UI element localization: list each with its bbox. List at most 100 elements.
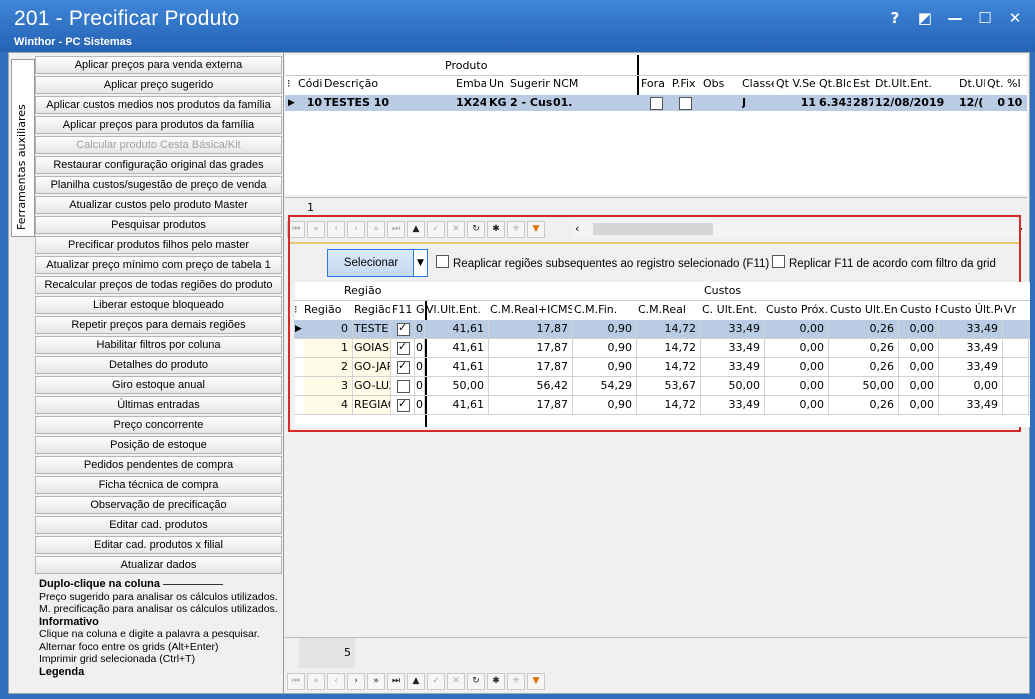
f11-checkbox[interactable] (397, 321, 410, 336)
cell-est[interactable]: 287 (853, 95, 873, 111)
tool-button[interactable]: Editar cad. produtos x filial (35, 536, 282, 554)
maximize-button[interactable]: ☐ (977, 10, 993, 26)
col-header-ncm[interactable]: NCM (553, 77, 633, 93)
cell-qt[interactable]: 0 (987, 95, 1005, 111)
cell-codigo[interactable]: 10 (298, 95, 322, 111)
side-tab-ferramentas[interactable]: Ferramentas auxiliares (11, 59, 35, 237)
cell-regiao-num[interactable]: 2 (304, 358, 352, 376)
cell-un[interactable]: KG (489, 95, 507, 111)
cell-regiao-num[interactable]: 0 (304, 320, 352, 338)
cell-g[interactable]: 0 (416, 320, 424, 338)
cell-cmfin[interactable]: 0,90 (574, 396, 636, 414)
cell-cmfin[interactable]: 54,29 (574, 377, 636, 395)
cell-custo-ultent[interactable]: 0,26 (830, 396, 898, 414)
replicar-checkbox[interactable]: Replicar F11 de acordo com filtro da gri… (772, 255, 996, 270)
cell-classe[interactable]: J (742, 95, 774, 111)
tool-button[interactable]: Atualizar preço mínimo com preço de tabe… (35, 256, 282, 274)
col-header-cmfin[interactable]: C.M.Fin. (574, 303, 636, 319)
refresh-icon[interactable]: ↻ (467, 673, 485, 690)
tool-button[interactable]: Ficha técnica de compra (35, 476, 282, 494)
col-header-dtul[interactable]: Dt.Ul (959, 77, 985, 93)
cell-emba[interactable]: 1X24 (456, 95, 486, 111)
cell-vlultent[interactable]: 41,61 (426, 358, 488, 376)
cell-custo-ultpe[interactable]: 33,49 (940, 396, 1002, 414)
cell-vlultent[interactable]: 50,00 (426, 377, 488, 395)
cell-custo-ultpe[interactable]: 33,49 (940, 339, 1002, 357)
filter-icon[interactable]: ▼ (527, 673, 545, 690)
cell-cmreal-icms[interactable]: 17,87 (490, 339, 572, 357)
col-header-regiao-nome[interactable]: Região (354, 303, 390, 319)
prev-record-icon[interactable]: ‹ (327, 673, 345, 690)
cell-custo-prox[interactable]: 0,00 (766, 396, 828, 414)
tool-button[interactable]: Recalcular preços de todas regiões do pr… (35, 276, 282, 294)
cell-custo-f[interactable]: 0,00 (900, 396, 938, 414)
tool-button[interactable]: Aplicar preços para venda externa (35, 56, 282, 74)
col-header-fora[interactable]: Fora d (641, 77, 669, 93)
col-header-regiao-num[interactable]: Região (304, 303, 352, 319)
col-header-cmreal[interactable]: C.M.Real (638, 303, 700, 319)
next-page-icon[interactable]: » (367, 673, 385, 690)
reaplicar-checkbox[interactable]: Reaplicar regiões subsequentes ao regist… (436, 255, 769, 270)
col-header-cultent[interactable]: C. Ult.Ent. (702, 303, 764, 319)
cell-regiao-nome[interactable]: GOIAS (354, 339, 390, 357)
cell-custo-ultpe[interactable]: 33,49 (940, 358, 1002, 376)
pfix-checkbox[interactable] (679, 97, 692, 110)
cell-cultent[interactable]: 33,49 (702, 320, 764, 338)
f11-checkbox[interactable] (397, 397, 410, 412)
sparkle-icon[interactable]: ✳ (507, 673, 525, 690)
col-header-un[interactable]: Un (489, 77, 507, 93)
cell-regiao-num[interactable]: 3 (304, 377, 352, 395)
cell-vlultent[interactable]: 41,61 (426, 339, 488, 357)
cell-cmreal-icms[interactable]: 17,87 (490, 396, 572, 414)
cell-custo-ultent[interactable]: 0,26 (830, 339, 898, 357)
cell-qtblo[interactable]: 6.343 (819, 95, 851, 111)
col-header-f11[interactable]: F11 (392, 303, 414, 319)
cell-regiao-num[interactable]: 1 (304, 339, 352, 357)
col-header-custo-ultpe[interactable]: Custo Últ.Pe (940, 303, 1002, 319)
col-header-pfix[interactable]: P.Fix (672, 77, 700, 93)
tool-button[interactable]: Editar cad. produtos (35, 516, 282, 534)
cell-cmreal[interactable]: 14,72 (638, 320, 700, 338)
tool-button[interactable]: Repetir preços para demais regiões (35, 316, 282, 334)
cell-regiao-num[interactable]: 4 (304, 396, 352, 414)
close-button[interactable]: ✕ (1007, 10, 1023, 26)
tool-button[interactable]: Pesquisar produtos (35, 216, 282, 234)
minimize-button[interactable]: — (947, 10, 963, 26)
panel-divider[interactable] (283, 53, 284, 693)
cell-cmfin[interactable]: 0,90 (574, 339, 636, 357)
col-header-obs[interactable]: Obs (703, 77, 739, 93)
cell-custo-f[interactable]: 0,00 (900, 320, 938, 338)
selecionar-button[interactable]: Selecionar (327, 249, 415, 277)
tool-button[interactable]: Precificar produtos filhos pelo master (35, 236, 282, 254)
tool-button[interactable]: Aplicar preços para produtos da família (35, 116, 282, 134)
cell-regiao-nome[interactable]: TESTE (354, 320, 390, 338)
cell-dtul[interactable]: 12/( (959, 95, 985, 111)
insert-icon[interactable]: ▲ (407, 673, 425, 690)
col-header-custo-f[interactable]: Custo F (900, 303, 938, 319)
restore-down-button[interactable]: ◩ (917, 10, 933, 26)
col-header-vlultent[interactable]: Vl.Ult.Ent. (426, 303, 488, 319)
selecionar-dropdown-chevron-down-icon[interactable]: ▼ (413, 249, 428, 277)
first-record-icon[interactable]: ⏮ (287, 673, 305, 690)
col-header-qt[interactable]: Qt. (987, 77, 1005, 93)
help-button[interactable]: ? (887, 10, 903, 26)
tool-button[interactable]: Últimas entradas (35, 396, 282, 414)
column-chooser-icon[interactable]: ⁝ (294, 303, 304, 319)
col-header-cmreal-icms[interactable]: C.M.Real+ICMS (490, 303, 572, 319)
col-header-sugerir[interactable]: Sugerir (510, 77, 552, 93)
cell-custo-f[interactable]: 0,00 (900, 377, 938, 395)
cell-cmfin[interactable]: 0,90 (574, 358, 636, 376)
tool-button[interactable]: Aplicar custos medios nos produtos da fa… (35, 96, 282, 114)
cell-custo-prox[interactable]: 0,00 (766, 320, 828, 338)
cell-custo-f[interactable]: 0,00 (900, 358, 938, 376)
table-row[interactable]: 3GO-LUZ050,0056,4254,2953,6750,000,0050,… (294, 377, 1030, 396)
tool-button[interactable]: Liberar estoque bloqueado (35, 296, 282, 314)
f11-checkbox[interactable] (397, 359, 410, 374)
cell-ncm[interactable]: 01. (553, 95, 633, 111)
table-row[interactable]: ▶ 10 TESTES 10 1X24 KG 2 - Cus 01. J 11 … (285, 95, 1027, 111)
cell-g[interactable]: 0 (416, 339, 424, 357)
tool-button[interactable]: Aplicar preço sugerido (35, 76, 282, 94)
tool-button[interactable]: Atualizar custos pelo produto Master (35, 196, 282, 214)
f11-checkbox[interactable] (397, 340, 410, 355)
tool-button[interactable]: Detalhes do produto (35, 356, 282, 374)
